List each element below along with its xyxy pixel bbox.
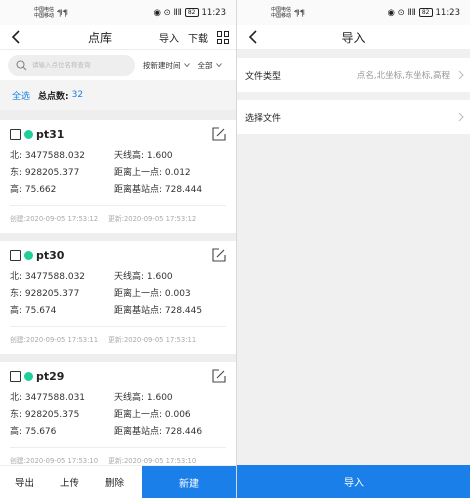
checkbox[interactable] — [10, 370, 21, 382]
carrier-label: 中国电信 中国移动 — [34, 6, 55, 19]
search-input[interactable] — [32, 61, 132, 69]
file-type-label: 文件类型 — [245, 71, 282, 82]
search-box[interactable] — [8, 54, 135, 76]
export-button[interactable]: 导出 — [2, 475, 47, 489]
status-dot-icon — [24, 250, 33, 260]
chevron-right-icon — [458, 70, 464, 80]
status-icons: ◉ ⊙ ⅡⅡ — [153, 7, 182, 18]
status-bar: 中国电信 中国移动 ⁴ˡ|l ⁴ˡ|l ◉ ⊙ ⅡⅡ 82 11:23 — [0, 0, 236, 25]
choose-file-label: 选择文件 — [245, 113, 282, 124]
card-timestamps: 创建:2020-09-05 17:53:12 更新:2020-09-05 17:… — [10, 205, 226, 229]
battery-icon: 82 — [184, 8, 199, 17]
file-type-row[interactable]: 文件类型 点名,北坐标,东坐标,高程 — [237, 58, 470, 92]
select-all-link[interactable]: 全选 — [12, 89, 30, 102]
point-attributes: 北: 3477588.032 天线高: 1.600 东: 928205.377 … — [10, 272, 203, 316]
carrier-label: 中国电信 中国移动 — [271, 6, 292, 19]
download-button[interactable]: 下载 — [188, 30, 208, 45]
new-point-button[interactable]: 新建 — [142, 466, 236, 498]
delete-button[interactable]: 删除 — [92, 475, 137, 489]
total-count-label: 总点数: — [38, 91, 69, 102]
chevron-down-icon — [183, 63, 190, 68]
status-dot-icon — [24, 371, 33, 381]
point-attributes: 北: 3477588.031 天线高: 1.600 东: 928205.375 … — [10, 393, 203, 437]
signal-icon: ⁴ˡ|l ⁴ˡ|l — [57, 8, 68, 17]
edit-icon[interactable] — [212, 127, 226, 141]
chevron-right-icon — [458, 112, 464, 122]
nav-bar: 导入 — [237, 25, 470, 50]
chevron-left-icon — [11, 30, 20, 44]
import-button[interactable]: 导入 — [159, 30, 179, 45]
status-bar: 中国电信 中国移动 ⁴ˡ|l ⁴ˡ|l ◉ ⊙ ⅡⅡ 82 11:23 — [237, 0, 470, 25]
checkbox[interactable] — [10, 128, 21, 140]
point-name: pt30 — [36, 248, 65, 262]
status-dot-icon — [24, 129, 33, 139]
import-screen: 中国电信 中国移动 ⁴ˡ|l ⁴ˡ|l ◉ ⊙ ⅡⅡ 82 11:23 导入 文… — [236, 0, 470, 498]
total-count-value: 32 — [71, 90, 84, 100]
grid-view-icon[interactable] — [217, 31, 230, 44]
signal-icon: ⁴ˡ|l ⁴ˡ|l — [294, 8, 305, 17]
back-button[interactable] — [4, 25, 28, 49]
upload-button[interactable]: 上传 — [47, 475, 92, 489]
point-card[interactable]: pt29 北: 3477588.031 天线高: 1.600 东: 928205… — [0, 362, 236, 475]
status-icons: ◉ ⊙ ⅡⅡ — [387, 7, 416, 18]
point-card[interactable]: pt30 北: 3477588.032 天线高: 1.600 东: 928205… — [0, 241, 236, 354]
page-title: 点库 — [87, 30, 112, 45]
file-type-value: 点名,北坐标,东坐标,高程 — [356, 71, 450, 81]
chevron-left-icon — [248, 30, 257, 44]
summary-bar: 全选 总点数: 32 — [0, 80, 236, 110]
edit-icon[interactable] — [212, 369, 226, 383]
choose-file-row[interactable]: 选择文件 — [237, 100, 470, 134]
point-attributes: 北: 3477588.032 天线高: 1.600 东: 928205.377 … — [10, 151, 203, 195]
import-confirm-button[interactable]: 导入 — [237, 465, 470, 498]
filter-toolbar: 按新建时间 全部 — [0, 50, 236, 80]
chevron-down-icon — [215, 63, 222, 68]
clock: 11:23 — [435, 7, 461, 18]
battery-icon: 82 — [418, 8, 433, 17]
back-button[interactable] — [241, 25, 265, 49]
edit-icon[interactable] — [212, 248, 226, 262]
point-name: pt31 — [36, 127, 65, 141]
nav-bar: 点库 导入 下载 — [0, 25, 236, 50]
point-name: pt29 — [36, 369, 65, 383]
page-title: 导入 — [341, 30, 366, 45]
point-card[interactable]: pt31 北: 3477588.032 天线高: 1.600 东: 928205… — [0, 120, 236, 233]
filter-dropdown[interactable]: 全部 — [198, 60, 222, 71]
card-timestamps: 创建:2020-09-05 17:53:11 更新:2020-09-05 17:… — [10, 326, 226, 350]
bottom-action-bar: 导出 上传 删除 新建 — [0, 465, 236, 498]
clock: 11:23 — [201, 7, 227, 18]
search-icon — [16, 59, 27, 70]
checkbox[interactable] — [10, 249, 21, 261]
sort-dropdown[interactable]: 按新建时间 — [143, 60, 190, 71]
point-library-screen: 中国电信 中国移动 ⁴ˡ|l ⁴ˡ|l ◉ ⊙ ⅡⅡ 82 11:23 点库 导… — [0, 0, 236, 498]
